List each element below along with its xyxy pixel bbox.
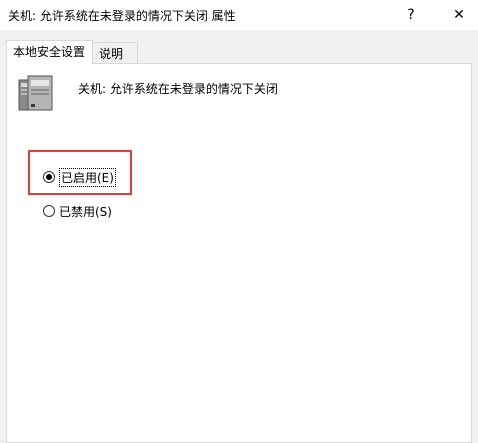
help-button[interactable]: ? [394, 0, 428, 30]
disabled-radio-button[interactable] [43, 205, 55, 217]
window-title: 关机: 允许系统在未登录的情况下关闭 属性 [8, 9, 236, 23]
disabled-radio-label[interactable]: 已禁用(S) [59, 203, 112, 220]
tab-label: 说明 [99, 47, 124, 61]
enabled-radio-option[interactable]: 已启用(E) [43, 167, 116, 187]
enabled-radio-button[interactable] [43, 171, 55, 183]
tab-explain[interactable]: 说明 [92, 42, 138, 64]
tab-local-security-setting[interactable]: 本地安全设置 [6, 40, 93, 64]
close-button[interactable]: ✕ [440, 0, 478, 30]
server-computer-icon [18, 75, 53, 111]
tab-label: 本地安全设置 [13, 45, 86, 59]
policy-name: 关机: 允许系统在未登录的情况下关闭 [78, 82, 278, 96]
tab-panel [6, 63, 472, 443]
title-bar: 关机: 允许系统在未登录的情况下关闭 属性 ? ✕ [0, 0, 478, 30]
disabled-radio-option[interactable]: 已禁用(S) [43, 201, 112, 221]
enabled-radio-label[interactable]: 已启用(E) [59, 167, 116, 187]
